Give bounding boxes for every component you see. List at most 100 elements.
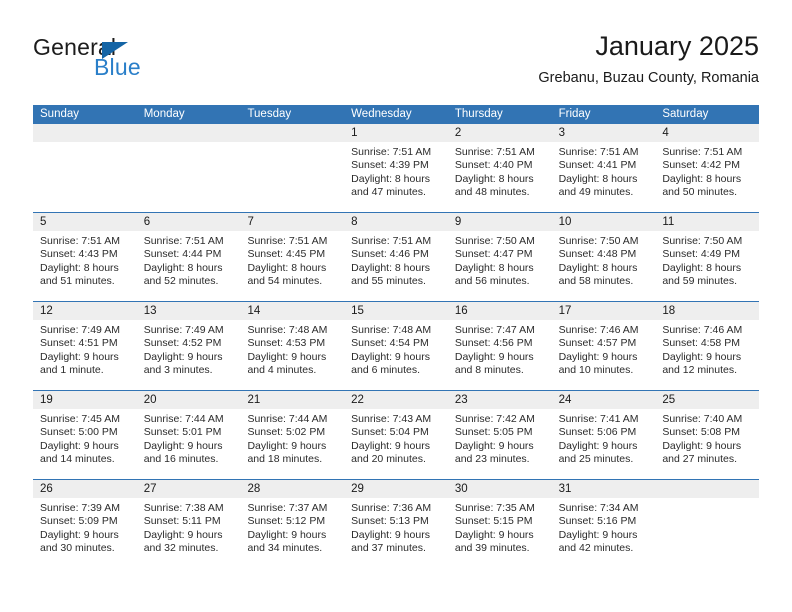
weekday-header-sunday: Sunday	[40, 108, 80, 120]
daylight-text-line1: Daylight: 9 hours	[662, 350, 742, 363]
calendar-day-cell[interactable]: 14 Sunrise: 7:48 AM Sunset: 4:53 PM Dayligh…	[240, 302, 345, 390]
daylight-text-line2: and 50 minutes.	[662, 186, 738, 199]
calendar-day-cell[interactable]: 28 Sunrise: 7:37 AM Sunset: 5:12 PM Dayligh…	[240, 480, 345, 569]
calendar-day-cell[interactable]: 20 Sunrise: 7:44 AM Sunset: 5:01 PM Dayligh…	[136, 391, 241, 479]
calendar-day-cell-empty	[33, 124, 137, 212]
daylight-text-line2: and 47 minutes.	[351, 186, 426, 199]
calendar-day-cell-empty	[136, 124, 241, 212]
calendar-day-cell[interactable]: 31 Sunrise: 7:34 AM Sunset: 5:16 PM Dayligh…	[551, 480, 656, 569]
calendar-day-cell[interactable]: 22 Sunrise: 7:43 AM Sunset: 5:04 PM Dayligh…	[344, 391, 448, 479]
calendar-day-cell[interactable]: 4 Sunrise: 7:51 AM Sunset: 4:42 PM Daylight…	[655, 124, 760, 212]
calendar-day-cell[interactable]: 5 Sunrise: 7:51 AM Sunset: 4:43 PM Daylight…	[33, 213, 137, 301]
general-blue-logo[interactable]: General Blue	[33, 34, 233, 90]
day-info: Sunrise: 7:43 AM Sunset: 5:04 PM Daylight:…	[344, 409, 448, 467]
day-number: 2	[447, 124, 552, 142]
day-info: Sunrise: 7:51 AM Sunset: 4:40 PM Daylight:…	[448, 142, 552, 200]
daylight-text-line1: Daylight: 8 hours	[143, 261, 223, 274]
daylight-text-line2: and 1 minute.	[40, 364, 104, 377]
sunset-text: Sunset: 5:13 PM	[351, 515, 429, 528]
daylight-text-line1: Daylight: 8 hours	[40, 261, 119, 274]
calendar-day-cell[interactable]: 10 Sunrise: 7:50 AM Sunset: 4:48 PM Dayligh…	[551, 213, 656, 301]
sunset-text: Sunset: 4:47 PM	[454, 248, 533, 261]
sunrise-text: Sunrise: 7:36 AM	[351, 502, 432, 514]
day-info: Sunrise: 7:46 AM Sunset: 4:57 PM Daylight:…	[552, 320, 656, 378]
day-info: Sunrise: 7:36 AM Sunset: 5:13 PM Daylight:…	[344, 498, 448, 556]
calendar-day-cell[interactable]: 8 Sunrise: 7:51 AM Sunset: 4:46 PM Daylight…	[344, 213, 448, 301]
sunrise-text: Sunrise: 7:51 AM	[351, 235, 432, 247]
day-number: 20	[136, 391, 241, 409]
calendar-day-cell[interactable]: 30 Sunrise: 7:35 AM Sunset: 5:15 PM Dayligh…	[447, 480, 552, 569]
sunrise-text: Sunrise: 7:44 AM	[143, 413, 224, 425]
calendar-day-cell[interactable]: 7 Sunrise: 7:51 AM Sunset: 4:45 PM Daylight…	[240, 213, 345, 301]
calendar-day-cell[interactable]: 16 Sunrise: 7:47 AM Sunset: 4:56 PM Dayligh…	[447, 302, 552, 390]
daylight-text-line1: Daylight: 8 hours	[454, 172, 534, 185]
calendar-day-cell[interactable]: 12 Sunrise: 7:49 AM Sunset: 4:51 PM Dayligh…	[33, 302, 137, 390]
daylight-text-line2: and 6 minutes.	[351, 364, 421, 377]
day-info: Sunrise: 7:51 AM Sunset: 4:46 PM Daylight:…	[344, 231, 448, 289]
page-subtitle: Grebanu, Buzau County, Romania	[538, 70, 759, 86]
calendar-page: General Blue January 2025 Grebanu, Buzau…	[0, 0, 792, 612]
calendar-day-cell[interactable]: 23 Sunrise: 7:42 AM Sunset: 5:05 PM Dayligh…	[447, 391, 552, 479]
sunset-text: Sunset: 4:48 PM	[558, 248, 637, 261]
calendar-day-cell[interactable]: 25 Sunrise: 7:40 AM Sunset: 5:08 PM Dayligh…	[655, 391, 760, 479]
weekday-header-saturday: Saturday	[662, 108, 709, 120]
calendar-week-row: 5 Sunrise: 7:51 AM Sunset: 4:43 PM Daylight…	[33, 213, 760, 302]
day-info: Sunrise: 7:44 AM Sunset: 5:02 PM Daylight:…	[240, 409, 344, 467]
weekday-header-friday: Friday	[558, 108, 591, 120]
calendar-grid: Sunday Monday Tuesday Wednesday Thursday Frid…	[33, 105, 760, 569]
daylight-text-line2: and 4 minutes.	[247, 364, 317, 377]
calendar-day-cell[interactable]: 6 Sunrise: 7:51 AM Sunset: 4:44 PM Daylight…	[136, 213, 241, 301]
calendar-day-cell[interactable]: 19 Sunrise: 7:45 AM Sunset: 5:00 PM Dayligh…	[33, 391, 137, 479]
day-number: 29	[344, 480, 448, 498]
calendar-day-cell[interactable]: 2 Sunrise: 7:51 AM Sunset: 4:40 PM Daylight…	[447, 124, 552, 212]
calendar-day-cell[interactable]: 11 Sunrise: 7:50 AM Sunset: 4:49 PM Dayligh…	[655, 213, 760, 301]
calendar-day-cell[interactable]: 1 Sunrise: 7:51 AM Sunset: 4:39 PM Daylight…	[344, 124, 448, 212]
calendar-day-cell[interactable]: 26 Sunrise: 7:39 AM Sunset: 5:09 PM Dayligh…	[33, 480, 137, 569]
daylight-text-line2: and 55 minutes.	[351, 275, 426, 288]
sunrise-text: Sunrise: 7:40 AM	[662, 413, 743, 425]
day-number: 6	[136, 213, 241, 231]
daylight-text-line1: Daylight: 9 hours	[40, 350, 119, 363]
sunset-text: Sunset: 5:12 PM	[247, 515, 326, 528]
sunset-text: Sunset: 5:15 PM	[454, 515, 533, 528]
day-info: Sunrise: 7:50 AM Sunset: 4:47 PM Daylight:…	[448, 231, 552, 289]
daylight-text-line2: and 42 minutes.	[558, 542, 634, 555]
daylight-text-line2: and 56 minutes.	[454, 275, 530, 288]
sunrise-text: Sunrise: 7:35 AM	[454, 502, 535, 514]
day-number: 25	[655, 391, 760, 409]
sunrise-text: Sunrise: 7:51 AM	[247, 235, 328, 247]
calendar-day-cell[interactable]: 27 Sunrise: 7:38 AM Sunset: 5:11 PM Dayligh…	[136, 480, 241, 569]
sunrise-text: Sunrise: 7:41 AM	[558, 413, 639, 425]
sunset-text: Sunset: 4:57 PM	[558, 337, 637, 350]
daylight-text-line1: Daylight: 9 hours	[351, 528, 430, 541]
calendar-day-cell[interactable]: 24 Sunrise: 7:41 AM Sunset: 5:06 PM Dayligh…	[551, 391, 656, 479]
day-info: Sunrise: 7:49 AM Sunset: 4:51 PM Daylight:…	[33, 320, 137, 378]
day-info: Sunrise: 7:37 AM Sunset: 5:12 PM Daylight:…	[240, 498, 344, 556]
sunrise-text: Sunrise: 7:42 AM	[454, 413, 535, 425]
calendar-day-cell[interactable]: 3 Sunrise: 7:51 AM Sunset: 4:41 PM Daylight…	[551, 124, 656, 212]
calendar-day-cell[interactable]: 17 Sunrise: 7:46 AM Sunset: 4:57 PM Dayligh…	[551, 302, 656, 390]
daylight-text-line1: Daylight: 8 hours	[662, 172, 742, 185]
day-number: 9	[447, 213, 552, 231]
calendar-day-cell[interactable]: 21 Sunrise: 7:44 AM Sunset: 5:02 PM Dayligh…	[240, 391, 345, 479]
calendar-day-cell[interactable]: 29 Sunrise: 7:36 AM Sunset: 5:13 PM Dayligh…	[344, 480, 448, 569]
calendar-day-cell[interactable]: 13 Sunrise: 7:49 AM Sunset: 4:52 PM Dayligh…	[136, 302, 241, 390]
sunset-text: Sunset: 5:09 PM	[40, 515, 118, 528]
calendar-day-cell[interactable]: 18 Sunrise: 7:46 AM Sunset: 4:58 PM Dayligh…	[655, 302, 760, 390]
daylight-text-line1: Daylight: 9 hours	[143, 439, 223, 452]
day-number	[655, 480, 760, 498]
daylight-text-line2: and 49 minutes.	[558, 186, 634, 199]
day-number: 22	[344, 391, 448, 409]
calendar-day-cell[interactable]: 9 Sunrise: 7:50 AM Sunset: 4:47 PM Daylight…	[447, 213, 552, 301]
day-number: 18	[655, 302, 760, 320]
sunset-text: Sunset: 5:04 PM	[351, 426, 429, 439]
daylight-text-line2: and 51 minutes.	[40, 275, 115, 288]
sunrise-text: Sunrise: 7:45 AM	[40, 413, 120, 425]
daylight-text-line2: and 27 minutes.	[662, 453, 738, 466]
calendar-day-cell[interactable]: 15 Sunrise: 7:48 AM Sunset: 4:54 PM Dayligh…	[344, 302, 448, 390]
sunset-text: Sunset: 4:45 PM	[247, 248, 326, 261]
daylight-text-line2: and 16 minutes.	[143, 453, 219, 466]
day-info: Sunrise: 7:50 AM Sunset: 4:48 PM Daylight:…	[552, 231, 656, 289]
sunset-text: Sunset: 5:11 PM	[143, 515, 221, 528]
day-number: 1	[344, 124, 448, 142]
